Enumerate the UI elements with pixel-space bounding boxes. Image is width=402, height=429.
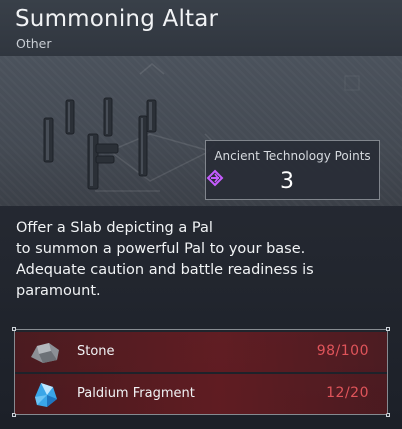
description-line: to summon a powerful Pal to your base. xyxy=(16,241,306,257)
tech-points-value: 3 xyxy=(279,169,294,194)
frame-corner xyxy=(12,327,16,331)
material-count: 12/20 xyxy=(326,385,369,401)
material-name: Paldium Fragment xyxy=(77,386,195,401)
description-line: Offer a Slab depicting a Pal xyxy=(16,220,213,236)
frame-corner xyxy=(386,327,390,331)
description-line: Adequate caution and battle readiness is xyxy=(16,262,314,278)
item-category: Other xyxy=(16,36,52,51)
tech-points-label: Ancient Technology Points xyxy=(214,149,371,163)
description-line: paramount. xyxy=(16,283,101,299)
paldium-fragment-icon xyxy=(27,379,63,409)
ancient-tech-points-box: Ancient Technology Points 3 xyxy=(205,140,380,200)
material-count: 98/100 xyxy=(316,343,369,359)
material-name: Stone xyxy=(77,344,115,359)
material-row: Paldium Fragment 12/20 xyxy=(15,374,387,414)
item-description: Offer a Slab depicting a Pal to summon a… xyxy=(16,218,386,302)
structure-preview: Ancient Technology Points 3 xyxy=(0,56,402,206)
material-row: Stone 98/100 xyxy=(15,332,387,372)
stone-icon xyxy=(27,337,63,367)
build-item-panel: Summoning Altar Other Ancient Technology… xyxy=(0,0,402,429)
panel-header: Summoning Altar Other xyxy=(0,0,402,56)
required-materials: Stone 98/100 Paldium Fragment 12/20 xyxy=(12,327,390,417)
item-title: Summoning Altar xyxy=(15,6,219,32)
